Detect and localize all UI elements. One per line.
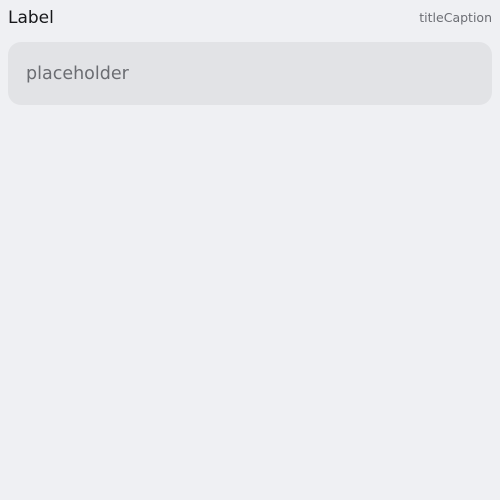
field-label: Label [8, 8, 54, 28]
text-input-container[interactable] [8, 42, 492, 105]
text-field: Label titleCaption [8, 0, 492, 105]
text-input[interactable] [26, 42, 492, 105]
field-header: Label titleCaption [8, 0, 492, 38]
field-caption: titleCaption [419, 10, 492, 26]
